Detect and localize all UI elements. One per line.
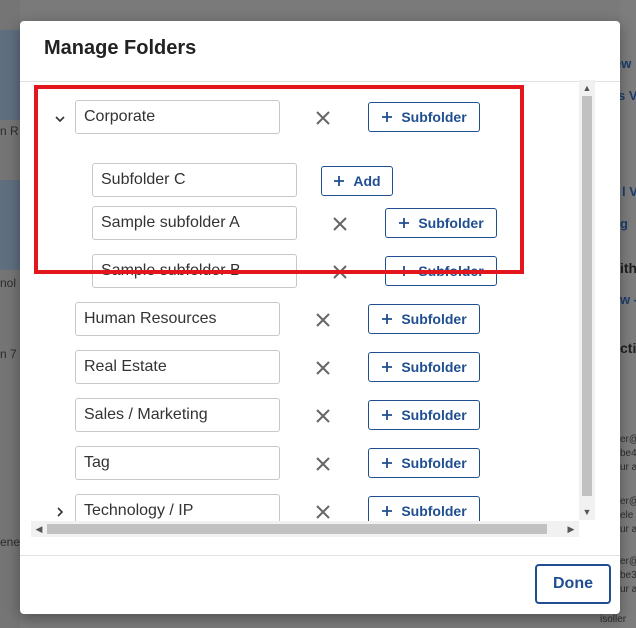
- done-button[interactable]: Done: [535, 564, 611, 604]
- background-text: be4: [620, 448, 636, 459]
- close-icon: [333, 265, 347, 279]
- horizontal-scrollbar[interactable]: ◀ ▶: [31, 521, 579, 537]
- button-label: Subfolder: [401, 359, 467, 375]
- vertical-scrollbar[interactable]: ▲ ▼: [579, 80, 595, 520]
- button-label: Add: [353, 173, 381, 189]
- folder-list[interactable]: Corporate Subfolder Subfolder C Add Samp…: [31, 80, 597, 538]
- chevron-down-icon[interactable]: [53, 112, 67, 126]
- button-label: Subfolder: [418, 263, 484, 279]
- plus-icon: [382, 410, 393, 420]
- button-label: Subfolder: [401, 455, 467, 471]
- button-label: Subfolder: [401, 109, 467, 125]
- close-icon: [316, 361, 330, 375]
- folder-name-input[interactable]: Sample subfolder A: [92, 206, 297, 240]
- background-heading: ctiv: [620, 340, 636, 356]
- close-icon: [316, 505, 330, 519]
- scrollbar-thumb[interactable]: [47, 524, 547, 534]
- background-link: w -: [620, 292, 636, 307]
- background-text: ene: [0, 535, 21, 549]
- background-text: er@: [620, 434, 636, 445]
- plus-icon: [382, 362, 393, 372]
- background-text: nol: [0, 276, 17, 290]
- remove-folder-button[interactable]: [312, 453, 334, 475]
- add-subfolder-button[interactable]: Subfolder: [368, 400, 480, 430]
- button-label: Subfolder: [401, 407, 467, 423]
- remove-folder-button[interactable]: [312, 309, 334, 331]
- background-text: er@: [620, 496, 636, 507]
- plus-icon: [382, 112, 393, 122]
- background-tile: [0, 30, 20, 120]
- folder-name-input[interactable]: Sample subfolder B: [92, 254, 297, 288]
- remove-folder-button[interactable]: [312, 107, 334, 129]
- plus-icon: [382, 314, 393, 324]
- background-text: ur a: [620, 524, 636, 535]
- remove-folder-button[interactable]: [312, 357, 334, 379]
- background-text: ur a: [620, 584, 636, 595]
- scroll-left-icon[interactable]: ◀: [31, 524, 47, 534]
- chevron-right-icon[interactable]: [53, 505, 67, 519]
- folder-name-input[interactable]: Corporate: [75, 100, 280, 134]
- button-label: Subfolder: [401, 503, 467, 519]
- background-text: er@: [620, 556, 636, 567]
- close-icon: [316, 409, 330, 423]
- background-text: ele: [620, 510, 634, 521]
- add-subfolder-button[interactable]: Subfolder: [368, 352, 480, 382]
- folder-name-input[interactable]: Tag: [75, 446, 280, 480]
- folder-name-input[interactable]: Human Resources: [75, 302, 280, 336]
- add-subfolder-button[interactable]: Subfolder: [385, 256, 497, 286]
- plus-icon: [399, 218, 410, 228]
- folder-name-input[interactable]: Sales / Marketing: [75, 398, 280, 432]
- plus-icon: [399, 266, 410, 276]
- background-link: l Vi: [622, 184, 636, 199]
- background-tile: [0, 180, 20, 270]
- close-icon: [316, 313, 330, 327]
- plus-icon: [382, 506, 393, 516]
- dialog-title: Manage Folders: [44, 37, 197, 59]
- background-heading: ith: [620, 260, 636, 276]
- add-subfolder-button[interactable]: Subfolder: [368, 448, 480, 478]
- background-link: s V: [618, 88, 636, 103]
- background-link: g: [620, 216, 628, 231]
- background-text: ur a: [620, 462, 636, 473]
- remove-folder-button[interactable]: [312, 501, 334, 523]
- remove-folder-button[interactable]: [329, 261, 351, 283]
- scroll-up-icon[interactable]: ▲: [579, 83, 595, 93]
- add-button[interactable]: Add: [321, 166, 393, 196]
- background-text: n R: [0, 124, 19, 138]
- remove-folder-button[interactable]: [329, 213, 351, 235]
- folder-name-input[interactable]: Real Estate: [75, 350, 280, 384]
- button-label: Subfolder: [401, 311, 467, 327]
- new-subfolder-input[interactable]: Subfolder C: [92, 163, 297, 197]
- close-icon: [333, 217, 347, 231]
- background-text: n 7: [0, 347, 17, 361]
- plus-icon: [382, 458, 393, 468]
- background-text: be3: [620, 570, 636, 581]
- footer-divider: [20, 555, 620, 556]
- button-label: Subfolder: [418, 215, 484, 231]
- close-icon: [316, 111, 330, 125]
- plus-icon: [334, 176, 345, 186]
- scrollbar-thumb[interactable]: [582, 96, 592, 496]
- remove-folder-button[interactable]: [312, 405, 334, 427]
- add-subfolder-button[interactable]: Subfolder: [368, 102, 480, 132]
- manage-folders-dialog: Manage Folders Corporate Subfolder Subfo…: [20, 21, 620, 614]
- scroll-down-icon[interactable]: ▼: [579, 507, 595, 517]
- close-icon: [316, 457, 330, 471]
- add-subfolder-button[interactable]: Subfolder: [385, 208, 497, 238]
- background-text: isoller: [600, 614, 627, 625]
- add-subfolder-button[interactable]: Subfolder: [368, 304, 480, 334]
- scroll-right-icon[interactable]: ▶: [563, 524, 579, 534]
